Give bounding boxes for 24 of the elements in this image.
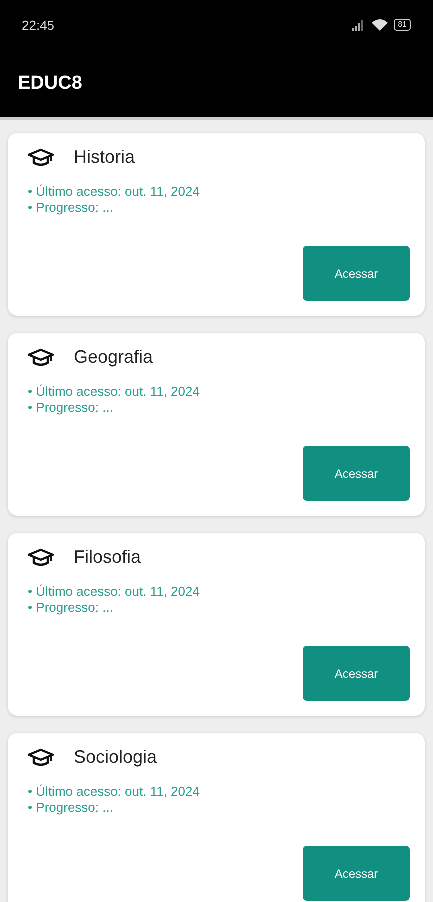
course-title: Filosofia bbox=[74, 547, 142, 568]
course-detail: • Progresso: ... bbox=[28, 800, 114, 816]
course-detail: • Último acesso: out. 11, 2024 bbox=[28, 184, 201, 200]
course-detail: • Progresso: ... bbox=[28, 400, 114, 416]
access-button[interactable]: Acessar bbox=[303, 646, 410, 701]
access-button[interactable]: Acessar bbox=[303, 446, 410, 501]
graduation-cap-icon bbox=[28, 748, 54, 768]
course-detail: • Progresso: ... bbox=[28, 200, 114, 216]
battery-icon: 81 bbox=[394, 19, 411, 31]
course-detail: • Último acesso: out. 11, 2024 bbox=[28, 584, 201, 600]
wifi-icon bbox=[372, 19, 388, 31]
access-button[interactable]: Acessar bbox=[303, 846, 410, 901]
access-button[interactable]: Acessar bbox=[303, 246, 410, 301]
course-detail: • Último acesso: out. 11, 2024 bbox=[28, 384, 201, 400]
graduation-cap-icon bbox=[28, 548, 54, 568]
course-detail: • Último acesso: out. 11, 2024 bbox=[28, 784, 201, 800]
graduation-cap-icon bbox=[28, 348, 54, 368]
course-title: Sociologia bbox=[74, 747, 158, 768]
status-time: 22:45 bbox=[22, 18, 55, 32]
course-title: Historia bbox=[74, 147, 136, 168]
course-title: Geografia bbox=[74, 347, 154, 368]
app-title: EDUC8 bbox=[18, 72, 82, 94]
course-detail: • Progresso: ... bbox=[28, 600, 114, 616]
graduation-cap-icon bbox=[28, 148, 54, 168]
